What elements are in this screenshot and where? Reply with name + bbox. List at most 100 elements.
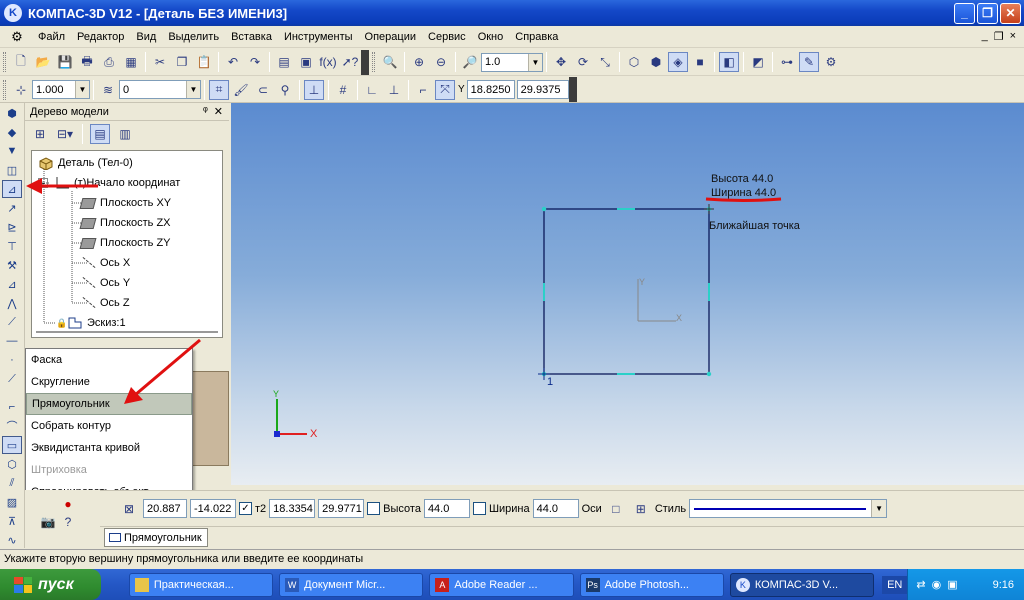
network-icon[interactable]: ⇄ [916,578,925,591]
fillet-tool-icon[interactable]: ⌒ [2,417,22,435]
point2-x-field[interactable]: 18.3354 [269,499,316,518]
menu-select[interactable]: Выделить [162,31,225,43]
with-axes-icon[interactable]: ⊞ [631,499,651,519]
menu-edit[interactable]: Редактор [71,31,130,43]
cursor-coords-icon[interactable]: ⤧ [435,79,455,100]
measure-2d-icon[interactable]: ⋀ [2,294,22,312]
tree-item-plane-zy[interactable]: Плоскость ZY [79,236,171,250]
tree-view-icon[interactable]: ▤ [90,124,110,144]
pin-icon[interactable]: ᵠ [203,105,208,118]
close-button[interactable]: ✕ [1000,2,1021,24]
spline-icon[interactable]: ∿ [2,531,22,549]
filters-icon[interactable]: ⊶ [777,52,797,72]
section-icon[interactable]: ◩ [748,52,768,72]
tree-item-axis-z[interactable]: Ось Z [80,296,130,310]
camera-icon[interactable]: 📷 [38,512,58,532]
maximize-button[interactable]: ❐ [977,2,998,24]
layer-combo[interactable]: 0 ▼ [119,80,201,99]
sketch-mode-icon[interactable]: ✎ [799,52,819,72]
start-button[interactable]: пуск [0,569,101,600]
tree-filter-icon[interactable]: ▥ [115,124,135,144]
expand-plus-icon[interactable]: + [38,178,48,188]
toolbar-grip[interactable] [3,52,6,72]
perspective-icon[interactable]: ◧ [719,52,739,72]
point1-x-field[interactable]: 20.887 [143,499,187,518]
local-cs-icon[interactable]: ⊹ [11,80,31,100]
snap-icon[interactable]: ⌗ [209,79,229,100]
parametrize-icon[interactable]: ⚒ [2,256,22,274]
chevron-down-icon[interactable]: ▼ [871,500,887,517]
chevron-down-icon[interactable]: ▼ [186,81,200,98]
task-photoshop[interactable]: Ps Adobe Photosh... [579,572,724,597]
axes-icon[interactable]: ⊥ [384,80,404,100]
coord-y-field[interactable]: 29.9375 [516,80,569,99]
menu-view[interactable]: Вид [130,31,162,43]
properties-icon[interactable]: ▤ [274,52,294,72]
filter-icon[interactable]: ▼ [2,142,22,160]
measure-icon[interactable]: ◫ [2,161,22,179]
menu-tools[interactable]: Инструменты [278,31,359,43]
segment-icon[interactable]: ⟋ [2,370,22,388]
point2-y-field[interactable]: 29.9771 [318,499,365,518]
tab-rectangle[interactable]: Прямоугольник [104,528,208,547]
minimize-button[interactable]: _ [954,2,975,24]
tree-item-origin[interactable]: + (т)Начало координат [38,176,180,190]
width-field[interactable]: 44.0 [532,499,579,518]
tree-options-icon[interactable]: ⊟▾ [55,124,75,144]
zoom-out-icon[interactable]: ⊖ [431,52,451,72]
equidistant-icon[interactable]: ⫽ [2,474,22,492]
width-checkbox[interactable] [472,502,486,515]
redo-icon[interactable]: ↷ [245,52,265,72]
tree-item-sketch[interactable]: 🔒 Эскиз:1 [56,316,125,330]
geometry-icon[interactable]: ⊿ [2,180,22,198]
menu-item-rectangle[interactable]: Прямоугольник [26,393,192,415]
menu-item-chamfer[interactable]: Фаска [26,349,192,371]
brush-icon[interactable]: 🖌 [231,80,251,100]
point2-checkbox[interactable]: ✓ [239,502,252,515]
zoom-in-icon[interactable]: ⊕ [409,52,429,72]
task-folder[interactable]: Практическая... [128,572,274,597]
point-icon[interactable]: · [2,351,22,369]
line-icon[interactable]: — [2,332,22,350]
dimensions-icon[interactable]: ↗ [2,199,22,217]
coord-x-field[interactable]: 18.8250 [466,80,515,99]
local-axes-icon[interactable]: ∟ [362,80,382,100]
menu-item-equidistant[interactable]: Эквидистанта кривой [26,437,192,459]
menu-window[interactable]: Окно [472,31,510,43]
task-kompas[interactable]: K КОМПАС-3D V... [729,572,875,597]
menu-service[interactable]: Сервис [422,31,472,43]
print-icon[interactable]: ⎙ [99,52,119,72]
collect-contour-icon[interactable]: ⬡ [2,455,22,473]
undo-icon[interactable]: ↶ [223,52,243,72]
antivirus-icon[interactable]: ◉ [932,578,942,591]
copy-icon[interactable]: ❐ [172,52,192,72]
save-icon[interactable]: 💾 [55,52,75,72]
hidden-lines-icon[interactable]: ⬢ [646,52,666,72]
height-checkbox[interactable] [367,502,381,515]
model-canvas[interactable]: X Y Высота 44.0 Ширина 44.0 Ближайшая то… [231,103,1024,485]
tree-item-part[interactable]: Деталь (Тел-0) [38,156,133,170]
rectangle-tool-icon[interactable]: ▭ [2,436,22,454]
task-adobe-reader[interactable]: A Adobe Reader ... [429,572,574,597]
mdi-close-button[interactable]: × [1010,30,1016,43]
menu-operations[interactable]: Операции [359,31,422,43]
chamfer-tool-icon[interactable]: ⌐ [2,398,22,416]
language-indicator[interactable]: EN [882,575,908,594]
project-icon[interactable]: ⊼ [2,512,22,530]
edit-icon[interactable]: ⊿ [2,275,22,293]
edit-operations-icon[interactable]: ⬢ [2,104,22,122]
task-word[interactable]: W Документ Micr... [279,572,424,597]
point1-y-field[interactable]: -14.022 [190,499,236,518]
document-icon[interactable]: ⚙ [8,29,26,45]
tree-item-axis-y[interactable]: Ось Y [80,276,130,290]
help-icon[interactable]: ? [58,512,78,532]
function-icon[interactable]: f(x) [318,52,338,72]
library-icon[interactable]: ▦ [121,52,141,72]
stop-icon[interactable]: ● [58,494,78,514]
tree-structure-icon[interactable]: ⊞ [30,124,50,144]
zoom-window-icon[interactable]: 🔍 [380,52,400,72]
menu-item-collect-contour[interactable]: Собрать контур [26,415,192,437]
grid-icon[interactable]: # [333,80,353,100]
tree-item-axis-x[interactable]: Ось X [80,256,130,270]
auxiliary-geometry-icon[interactable]: ◆ [2,123,22,141]
